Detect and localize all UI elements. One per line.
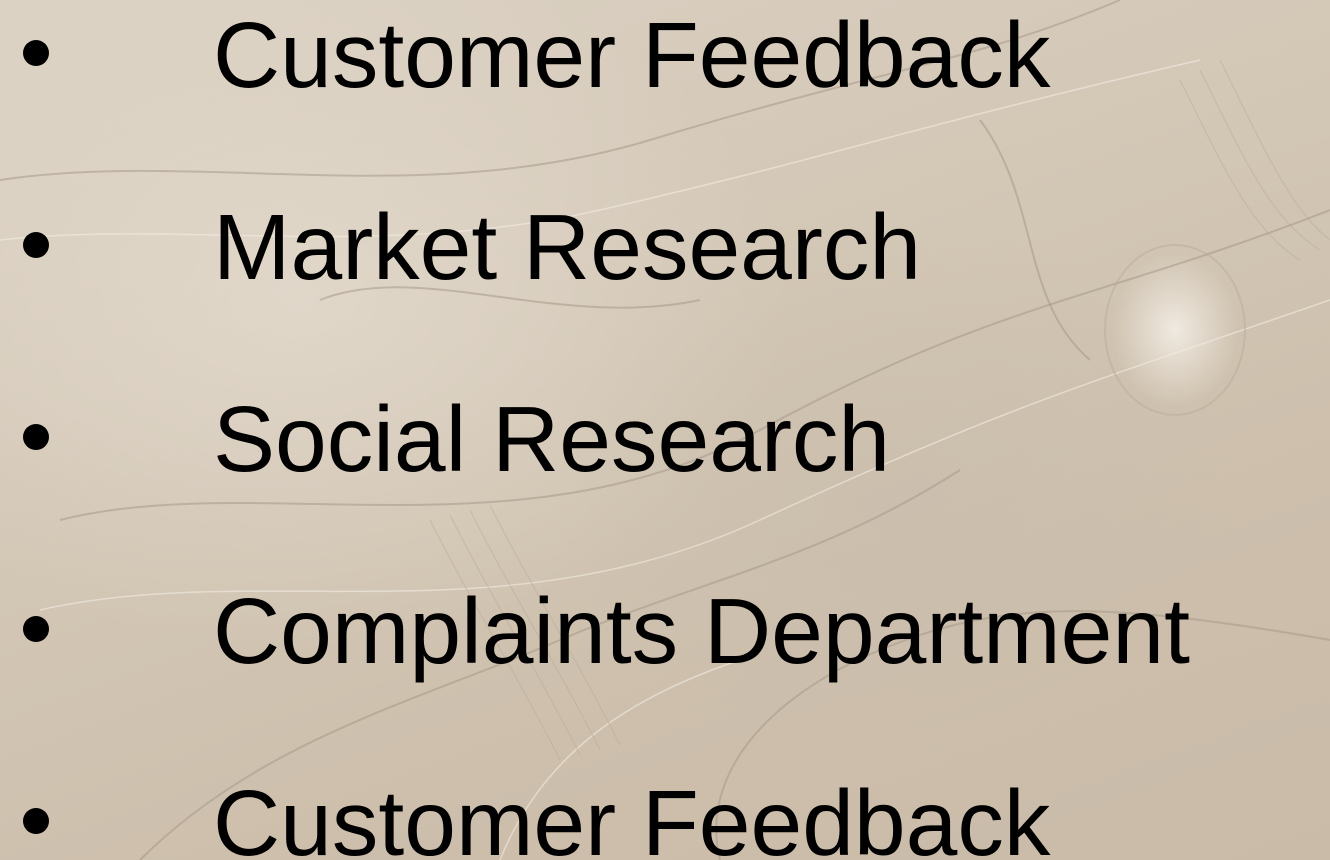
bullet-icon	[23, 424, 49, 450]
bullet-icon	[23, 808, 49, 834]
bullet-label: Social Research	[213, 387, 891, 491]
list-item: Market Research	[0, 192, 1330, 302]
list-item: Customer Feedback	[0, 768, 1330, 860]
bullet-list: Customer Feedback Market Research Social…	[0, 0, 1330, 860]
bullet-label: Customer Feedback	[213, 771, 1051, 860]
bullet-icon	[23, 616, 49, 642]
bullet-icon	[23, 232, 49, 258]
list-item: Customer Feedback	[0, 0, 1330, 110]
bullet-label: Market Research	[213, 195, 922, 299]
bullet-label: Complaints Department	[213, 579, 1190, 683]
list-item: Social Research	[0, 384, 1330, 494]
bullet-label: Customer Feedback	[213, 3, 1051, 107]
bullet-icon	[23, 40, 49, 66]
list-item: Complaints Department	[0, 576, 1330, 686]
slide-background: Customer Feedback Market Research Social…	[0, 0, 1330, 860]
